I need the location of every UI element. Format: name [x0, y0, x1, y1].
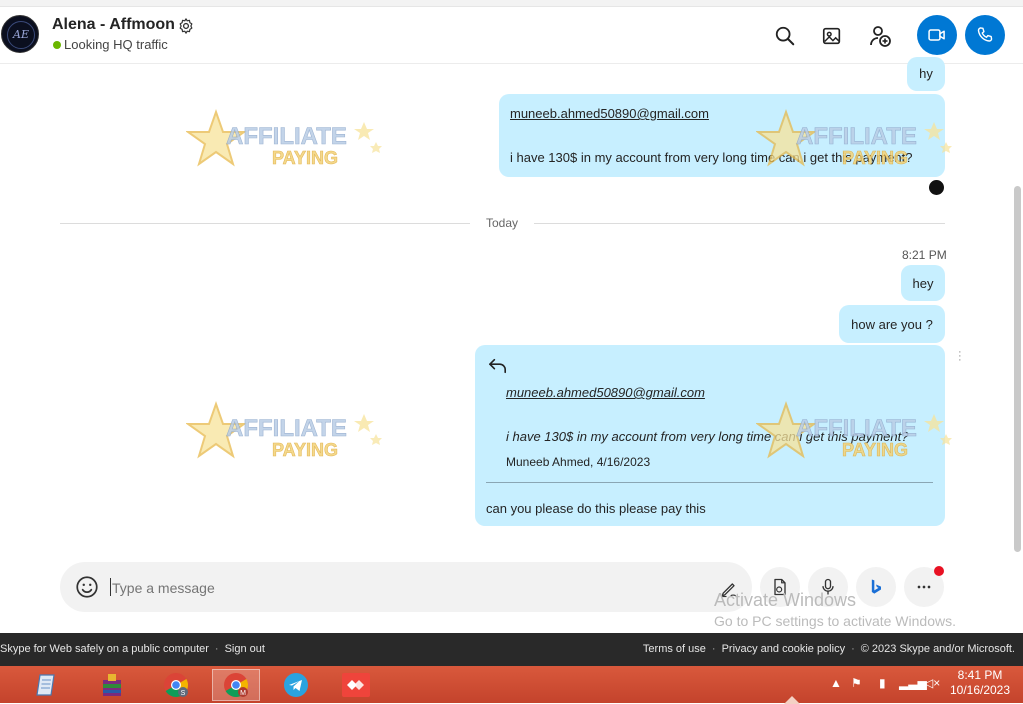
quoted-email-link[interactable]: muneeb.ahmed50890@gmail.com: [506, 385, 705, 400]
clock-time: 8:41 PM: [957, 668, 1003, 682]
anydesk-icon: [342, 673, 370, 697]
svg-text:M: M: [240, 690, 246, 697]
winrar-icon: [103, 674, 121, 696]
avatar[interactable]: AE: [1, 15, 39, 53]
gear-icon[interactable]: [177, 17, 195, 35]
page-footer: Skype for Web safely on a public compute…: [0, 633, 1023, 666]
taskbar-telegram[interactable]: [272, 669, 320, 701]
quoted-author: Muneeb Ahmed, 4/16/2023: [506, 455, 651, 469]
quote-divider: [486, 482, 933, 483]
add-person-icon: [870, 26, 891, 47]
search-button[interactable]: [768, 19, 802, 53]
quoted-text: i have 130$ in my account from very long…: [506, 429, 909, 444]
message-bubble-how-are-you[interactable]: how are you ?: [839, 305, 945, 343]
status-message: Looking HQ traffic: [64, 37, 168, 52]
online-status-dot: [53, 41, 61, 49]
chat-header: AE Alena - Affmoon Looking HQ traffic: [0, 7, 1023, 64]
reply-arrow-icon: [489, 358, 507, 374]
divider-line: [60, 223, 470, 224]
message-text: how are you ?: [851, 317, 933, 332]
windows-taskbar: S M ▲ ⚑ ▮ ▂▃▅ ◁×: [0, 666, 1023, 704]
more-dots-icon: [917, 585, 931, 589]
footer-public-computer-text: Skype for Web safely on a public compute…: [0, 643, 209, 655]
date-separator: Today: [486, 216, 519, 230]
avatar-initials: AE: [7, 21, 35, 49]
activate-windows-title: Activate Windows: [714, 590, 857, 610]
message-list-scrollbar[interactable]: [1014, 186, 1021, 552]
more-options-icon[interactable]: · · ·: [958, 347, 962, 366]
add-people-button[interactable]: [863, 19, 897, 53]
search-icon: [775, 26, 795, 46]
clock-date: 10/16/2023: [949, 683, 1011, 697]
read-receipt-icon: [929, 180, 944, 195]
notepad-icon: [36, 674, 55, 696]
gallery-button[interactable]: [815, 19, 849, 53]
divider-line: [534, 223, 945, 224]
message-timestamp: 8:21 PM: [902, 248, 947, 262]
video-camera-icon: [928, 29, 945, 41]
message-bubble-hy[interactable]: hy: [907, 57, 945, 91]
action-center-flag-icon[interactable]: ⚑: [851, 676, 862, 690]
message-bubble-email[interactable]: muneeb.ahmed50890@gmail.com i have 130$ …: [499, 94, 945, 177]
show-hidden-icons-icon[interactable]: ▲: [830, 676, 842, 690]
message-text: can you please do this please pay this: [486, 501, 706, 516]
bing-button[interactable]: [856, 567, 896, 607]
phone-icon: [977, 27, 993, 42]
copyright-text: © 2023 Skype and/or Microsoft.: [860, 643, 1015, 655]
browser-top-strip: [0, 0, 1023, 7]
taskbar-anydesk[interactable]: [332, 669, 380, 701]
sign-out-link[interactable]: Sign out: [225, 643, 265, 655]
svg-text:S: S: [181, 690, 186, 697]
footer-separator: ·: [214, 643, 219, 655]
taskbar-clock[interactable]: 8:41 PM 10/16/2023: [945, 668, 1015, 698]
footer-separator: ·: [851, 643, 855, 655]
taskbar-chrome-s[interactable]: S: [152, 669, 200, 701]
privacy-link[interactable]: Privacy and cookie policy: [722, 643, 846, 655]
emoji-icon[interactable]: [74, 574, 100, 600]
email-link[interactable]: muneeb.ahmed50890@gmail.com: [510, 106, 709, 121]
chat-title[interactable]: Alena - Affmoon: [52, 16, 175, 34]
volume-muted-icon[interactable]: ◁×: [924, 676, 940, 690]
gallery-icon: [822, 27, 841, 45]
message-bubble-hey[interactable]: hey: [901, 265, 945, 301]
network-signal-icon[interactable]: ▂▃▅: [899, 676, 927, 690]
taskbar-winrar[interactable]: [88, 669, 136, 701]
audio-call-button[interactable]: [965, 15, 1005, 55]
terms-link[interactable]: Terms of use: [643, 643, 706, 655]
message-text: hey: [912, 276, 934, 291]
message-text: hy: [919, 66, 933, 81]
taskbar-notepad[interactable]: [24, 669, 72, 701]
telegram-icon: [284, 673, 308, 697]
message-input[interactable]: [110, 577, 674, 599]
activate-windows-subtitle: Go to PC settings to activate Windows.: [714, 613, 956, 629]
text-caret: [110, 578, 111, 596]
footer-separator: ·: [711, 643, 716, 655]
bing-icon: [871, 579, 881, 594]
message-text: i have 130$ in my account from very long…: [510, 150, 913, 165]
video-call-button[interactable]: [917, 15, 957, 55]
notification-badge: [934, 566, 944, 576]
battery-icon[interactable]: ▮: [879, 676, 886, 690]
message-bubble-reply[interactable]: muneeb.ahmed50890@gmail.com i have 130$ …: [475, 345, 945, 526]
taskbar-chrome-m[interactable]: M: [212, 669, 260, 701]
chrome-icon: M: [224, 673, 249, 698]
chrome-icon: S: [164, 673, 189, 698]
